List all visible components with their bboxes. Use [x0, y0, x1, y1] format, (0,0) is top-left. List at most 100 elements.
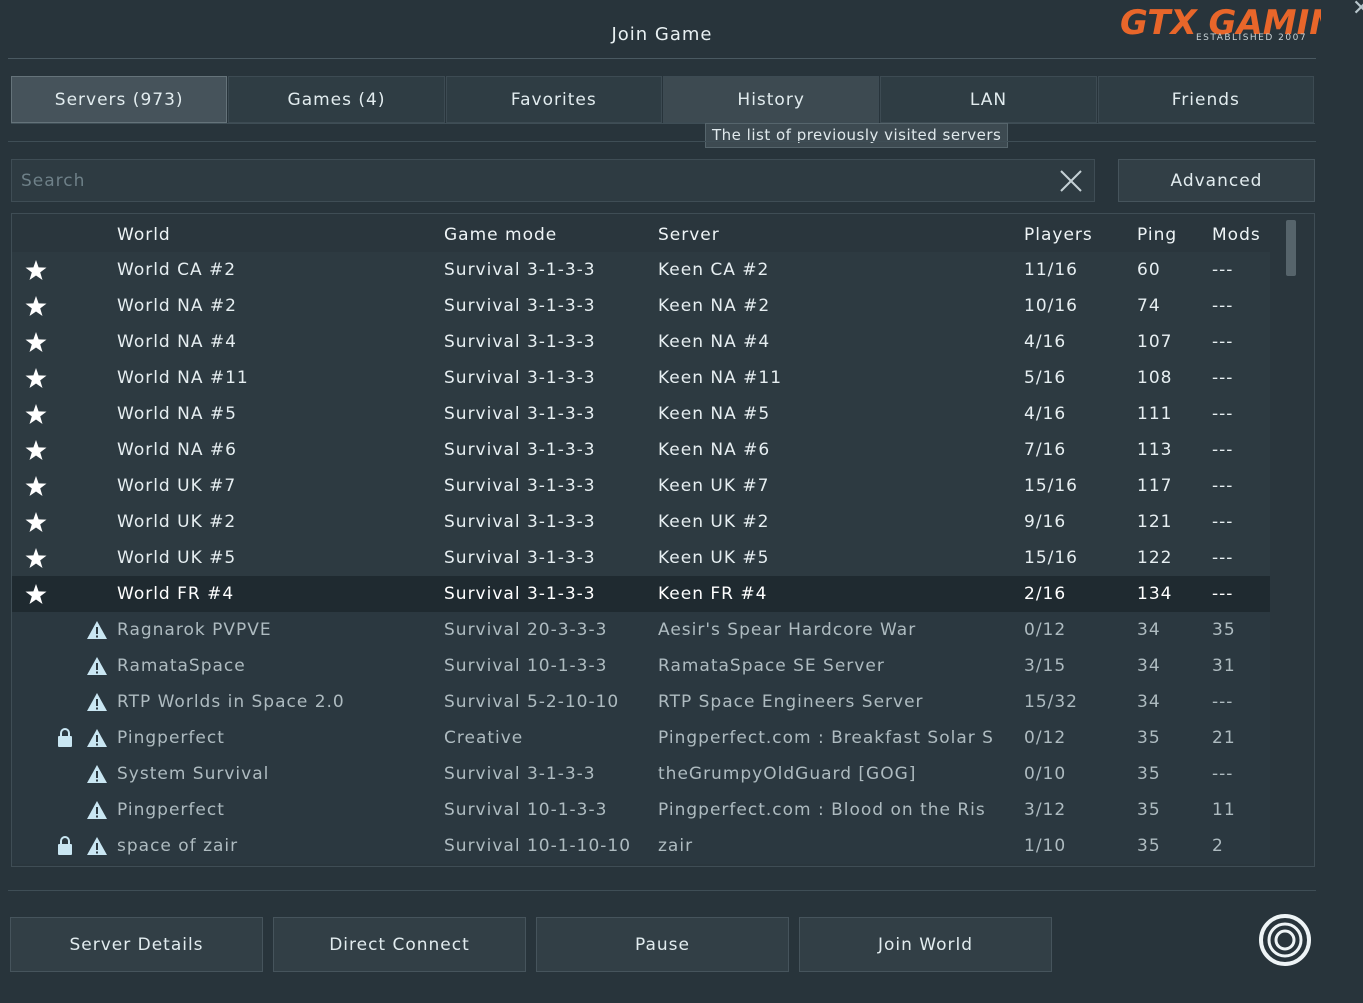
cell-server: Keen UK #2	[658, 512, 770, 532]
cell-game-mode: Survival 3-1-3-3	[444, 476, 596, 496]
cell-game-mode: Survival 20-3-3-3	[444, 620, 608, 640]
column-header-server[interactable]: Server	[658, 214, 998, 252]
search-input[interactable]	[12, 160, 1094, 201]
table-row[interactable]: World CA #2 Survival 3-1-3-3 Keen CA #2 11/…	[12, 252, 1270, 288]
cell-server: Keen NA #11	[658, 368, 783, 388]
column-header-ping[interactable]: Ping	[1137, 214, 1207, 252]
cell-game-mode: Creative	[444, 728, 524, 748]
column-header-game-mode[interactable]: Game mode	[444, 214, 649, 252]
cell-players: 15/16	[1024, 476, 1078, 496]
server-table: World Game mode Server Players Ping Mods…	[11, 213, 1315, 867]
cell-ping: 121	[1137, 512, 1173, 532]
favorite-star-icon[interactable]	[25, 324, 49, 360]
favorite-star-icon[interactable]	[25, 468, 49, 504]
table-row[interactable]: World UK #5 Survival 3-1-3-3 Keen UK #5 15/…	[12, 540, 1270, 576]
cell-world: RamataSpace	[117, 656, 246, 676]
logo-subtitle: ESTABLISHED 2007	[1196, 33, 1307, 43]
cell-mods: 31	[1212, 656, 1236, 676]
table-row[interactable]: World NA #5 Survival 3-1-3-3 Keen NA #5 4/1…	[12, 396, 1270, 432]
table-row[interactable]: Ragnarok PVPVE Survival 20-3-3-3 Aesir's S…	[12, 612, 1270, 648]
tab-servers[interactable]: Servers (973)	[11, 76, 228, 123]
cell-world: World NA #2	[117, 296, 237, 316]
cell-players: 3/12	[1024, 800, 1067, 820]
table-row[interactable]: RTP Worlds in Space 2.0 Survival 5-2-10-1…	[12, 684, 1270, 720]
tab-lan[interactable]: LAN	[880, 76, 1097, 123]
table-row[interactable]: Pingperfect Survival 10-1-3-3 Pingperfect.…	[12, 792, 1270, 828]
cell-players: 0/10	[1024, 764, 1067, 784]
clear-search-icon[interactable]	[1058, 168, 1084, 194]
table-row[interactable]: World NA #6 Survival 3-1-3-3 Keen NA #6 7/1…	[12, 432, 1270, 468]
cell-world: World NA #5	[117, 404, 237, 424]
cell-mods: ---	[1212, 296, 1234, 316]
cell-game-mode: Survival 3-1-3-3	[444, 368, 596, 388]
tab-history[interactable]: History	[662, 76, 880, 123]
cell-ping: 34	[1137, 656, 1161, 676]
favorite-star-icon[interactable]	[25, 360, 49, 396]
tab-friends[interactable]: Friends	[1097, 76, 1314, 123]
cell-ping: 35	[1137, 728, 1161, 748]
cell-world: Pingperfect	[117, 728, 225, 748]
favorite-star-icon[interactable]	[25, 252, 49, 288]
cell-server: Pingperfect.com : Breakfast Solar S	[658, 728, 994, 748]
favorite-star-icon[interactable]	[25, 396, 49, 432]
cell-server: Keen FR #4	[658, 584, 768, 604]
cell-game-mode: Survival 3-1-3-3	[444, 404, 596, 424]
cell-world: World UK #5	[117, 548, 237, 568]
cell-game-mode: Survival 3-1-3-3	[444, 296, 596, 316]
cell-game-mode: Survival 3-1-3-3	[444, 332, 596, 352]
cell-mods: ---	[1212, 476, 1234, 496]
table-row[interactable]: World NA #2 Survival 3-1-3-3 Keen NA #2 10/…	[12, 288, 1270, 324]
close-icon[interactable]: ✕	[1352, 0, 1363, 20]
cell-mods: ---	[1212, 548, 1234, 568]
table-row[interactable]: RamataSpace Survival 10-1-3-3 RamataSpace …	[12, 648, 1270, 684]
join-world-button[interactable]: Join World	[799, 917, 1052, 972]
cell-mods: ---	[1212, 260, 1234, 280]
cell-world: World NA #6	[117, 440, 237, 460]
favorite-star-icon[interactable]	[25, 504, 49, 540]
cell-ping: 111	[1137, 404, 1173, 424]
loading-spinner-icon	[1259, 914, 1311, 966]
cell-game-mode: Survival 3-1-3-3	[444, 584, 596, 604]
table-row[interactable]: World NA #4 Survival 3-1-3-3 Keen NA #4 4/1…	[12, 324, 1270, 360]
favorite-star-icon[interactable]	[25, 432, 49, 468]
cell-mods: 2	[1212, 836, 1224, 856]
divider	[8, 890, 1316, 891]
cell-server: Keen NA #4	[658, 332, 771, 352]
favorite-star-icon[interactable]	[25, 576, 49, 612]
table-row[interactable]: Pingperfect Creative Pingperfect.com : Bre…	[12, 720, 1270, 756]
tab-games[interactable]: Games (4)	[228, 76, 445, 123]
favorite-star-icon[interactable]	[25, 288, 49, 324]
table-row[interactable]: World FR #4 Survival 3-1-3-3 Keen FR #4 2/1…	[12, 576, 1270, 612]
scrollbar[interactable]	[1270, 214, 1314, 866]
cell-ping: 35	[1137, 800, 1161, 820]
cell-server: Keen CA #2	[658, 260, 770, 280]
column-header-mods[interactable]: Mods	[1212, 214, 1270, 252]
warning-icon	[86, 792, 110, 828]
advanced-button[interactable]: Advanced	[1118, 159, 1315, 202]
cell-server: zair	[658, 836, 694, 856]
cell-ping: 34	[1137, 620, 1161, 640]
cell-world: space of zair	[117, 836, 239, 856]
pause-button[interactable]: Pause	[536, 917, 789, 972]
tab-favorites[interactable]: Favorites	[445, 76, 662, 123]
column-header-world[interactable]: World	[117, 214, 437, 252]
direct-connect-button[interactable]: Direct Connect	[273, 917, 526, 972]
table-row[interactable]: System Survival Survival 3-1-3-3 theGrumpy…	[12, 756, 1270, 792]
table-row[interactable]: World NA #11 Survival 3-1-3-3 Keen NA #11 5…	[12, 360, 1270, 396]
favorite-star-icon[interactable]	[25, 540, 49, 576]
cell-world: World NA #4	[117, 332, 237, 352]
table-row[interactable]: space of zair Survival 10-1-10-10 zair 1/10…	[12, 828, 1270, 864]
column-header-players[interactable]: Players	[1024, 214, 1124, 252]
cell-players: 10/16	[1024, 296, 1078, 316]
table-row[interactable]: World UK #2 Survival 3-1-3-3 Keen UK #2 9/1…	[12, 504, 1270, 540]
cell-players: 0/12	[1024, 728, 1067, 748]
divider	[8, 141, 1316, 142]
cell-ping: 113	[1137, 440, 1173, 460]
cell-world: Pingperfect	[117, 800, 225, 820]
cell-world: World CA #2	[117, 260, 237, 280]
scrollbar-thumb[interactable]	[1286, 220, 1296, 276]
cell-server: Pingperfect.com : Blood on the Ris	[658, 800, 986, 820]
table-row[interactable]: World UK #7 Survival 3-1-3-3 Keen UK #7 15/…	[12, 468, 1270, 504]
server-details-button[interactable]: Server Details	[10, 917, 263, 972]
cell-ping: 117	[1137, 476, 1173, 496]
